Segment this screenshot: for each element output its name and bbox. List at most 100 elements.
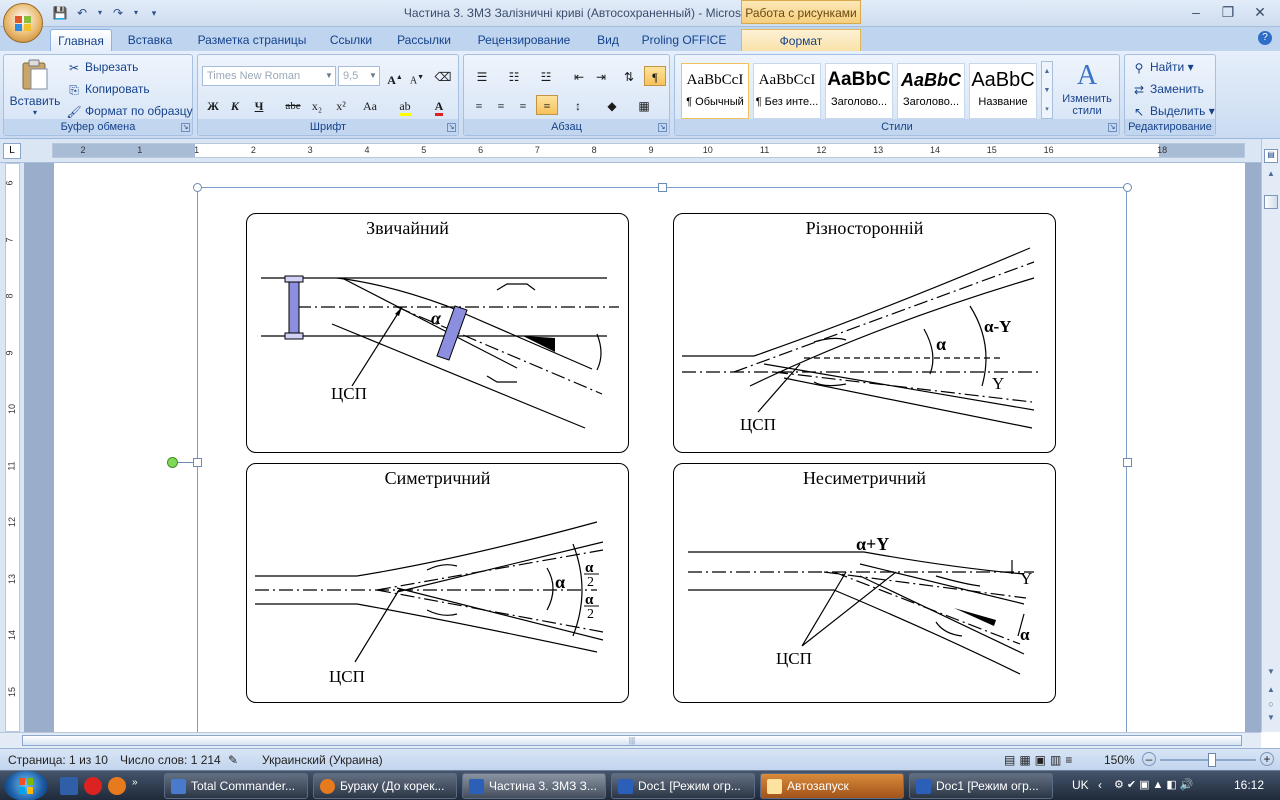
borders-icon[interactable]: ▦: [630, 95, 658, 115]
font-size-combo[interactable]: 9,5 ▼: [338, 66, 380, 86]
rotate-handle[interactable]: [167, 457, 178, 468]
taskbar-doc1[interactable]: Doc1 [Режим огр...: [611, 773, 755, 799]
browse-object-icon[interactable]: ○: [1264, 699, 1278, 711]
page[interactable]: Звичайний α ЦСП Різносторонній α α-Y Y Ц…: [54, 163, 1245, 747]
undo-icon[interactable]: ↶: [74, 5, 90, 21]
zoom-out-icon[interactable]: –: [1142, 752, 1156, 766]
opera-icon[interactable]: [84, 777, 102, 795]
next-page-icon[interactable]: ▼: [1264, 713, 1278, 725]
tab-references[interactable]: Ссылки: [322, 29, 380, 51]
change-case-button[interactable]: Aa: [356, 95, 384, 115]
zoom-level[interactable]: 150%: [1104, 752, 1135, 768]
font-color-button[interactable]: A: [424, 95, 454, 116]
style-no-spacing[interactable]: AaBbCcI ¶ Без инте...: [753, 63, 821, 119]
tab-view[interactable]: Вид: [588, 29, 628, 51]
numbering-icon[interactable]: ☷: [500, 66, 528, 86]
word-count[interactable]: Число слов: 1 214: [120, 752, 221, 768]
proofing-icon[interactable]: ✎: [228, 752, 238, 768]
styles-launcher-icon[interactable]: ↘: [1108, 123, 1117, 132]
styles-scroll[interactable]: ▲ ▼ ▾: [1041, 61, 1053, 119]
style-normal[interactable]: AaBbCcI ¶ Обычный: [681, 63, 749, 119]
office-button[interactable]: [3, 3, 43, 43]
show-desktop-icon[interactable]: »: [132, 777, 142, 795]
tray-expand-icon[interactable]: ‹: [1098, 778, 1102, 792]
tab-mailings[interactable]: Рассылки: [390, 29, 458, 51]
hscroll-thumb[interactable]: |||: [22, 735, 1242, 746]
underline-button[interactable]: Ч: [248, 95, 270, 115]
resize-handle-w[interactable]: [193, 458, 202, 467]
align-center-icon[interactable]: ≡: [490, 95, 512, 115]
horizontal-scrollbar[interactable]: |||: [0, 732, 1261, 748]
scroll-up-icon[interactable]: ▲: [1264, 169, 1278, 183]
maximize-button[interactable]: ❐: [1212, 2, 1244, 22]
help-icon[interactable]: ?: [1258, 31, 1272, 45]
resize-handle-e[interactable]: [1123, 458, 1132, 467]
ruler-strip[interactable]: 2 1 1 2 3 4 5 6 7 8 9 10 11 12 13 14 15 16 18: [52, 143, 1245, 158]
sort-icon[interactable]: ⇅: [618, 66, 640, 86]
taskbar-word-active[interactable]: Частина 3. ЗМЗ З...: [462, 773, 606, 799]
tab-review[interactable]: Рецензирование: [468, 29, 580, 51]
taskbar-firefox[interactable]: Бураку (До корек...: [313, 773, 457, 799]
clipboard-launcher-icon[interactable]: ↘: [181, 123, 190, 132]
shrink-font-button[interactable]: A▼: [406, 66, 428, 86]
font-launcher-icon[interactable]: ↘: [447, 123, 456, 132]
superscript-button[interactable]: x²: [330, 95, 352, 115]
font-name-combo[interactable]: Times New Roman ▼: [202, 66, 336, 86]
copy-button[interactable]: ⎘ Копировать: [66, 79, 149, 99]
vertical-scrollbar[interactable]: ▤ ▲ ▼ ▲ ○ ▼: [1261, 139, 1280, 732]
tab-stop-selector[interactable]: L: [3, 143, 21, 159]
highlight-color-button[interactable]: ab: [390, 95, 420, 116]
zoom-slider-thumb[interactable]: [1208, 753, 1216, 767]
style-heading-1[interactable]: AaBbC Заголово...: [825, 63, 893, 119]
bullets-icon[interactable]: ☰: [468, 66, 496, 86]
start-button[interactable]: [4, 771, 48, 800]
align-right-icon[interactable]: ≡: [512, 95, 534, 115]
find-button[interactable]: ⚲ Найти ▾: [1131, 57, 1194, 77]
page-count[interactable]: Страница: 1 из 10: [8, 752, 108, 768]
taskbar-autorun[interactable]: Автозапуск: [760, 773, 904, 799]
save-icon[interactable]: [60, 777, 78, 795]
multilevel-list-icon[interactable]: ☳: [532, 66, 560, 86]
language-indicator[interactable]: Украинский (Украина): [262, 752, 383, 768]
scroll-thumb[interactable]: [1264, 195, 1278, 209]
increase-indent-icon[interactable]: ⇥: [590, 66, 612, 86]
italic-button[interactable]: К: [224, 95, 246, 115]
customize-qat-icon[interactable]: ▾: [146, 5, 162, 21]
clear-formatting-icon[interactable]: ⌫: [432, 66, 454, 86]
tab-page-layout[interactable]: Разметка страницы: [192, 29, 312, 51]
vertical-ruler-strip[interactable]: 6 7 8 9 10 11 12 13 14 15: [5, 163, 20, 732]
style-title[interactable]: AaBbC Название: [969, 63, 1037, 119]
bold-button[interactable]: Ж: [202, 95, 224, 115]
style-heading-2[interactable]: AaBbC Заголово...: [897, 63, 965, 119]
paste-button[interactable]: Вставить ▾: [8, 57, 62, 119]
tab-proling-office[interactable]: Proling OFFICE: [638, 29, 730, 51]
tab-insert[interactable]: Вставка: [120, 29, 180, 51]
redo-dropdown-icon[interactable]: ▾: [132, 5, 140, 21]
change-styles-button[interactable]: A Изменить стили: [1057, 59, 1117, 119]
subscript-button[interactable]: x₂: [306, 95, 328, 115]
firefox-icon[interactable]: [108, 777, 126, 795]
grow-font-button[interactable]: A▲: [384, 66, 406, 87]
prev-page-icon[interactable]: ▲: [1264, 685, 1278, 697]
paragraph-launcher-icon[interactable]: ↘: [658, 123, 667, 132]
tab-format[interactable]: Формат: [741, 29, 861, 51]
tab-home[interactable]: Главная: [50, 29, 112, 51]
scroll-down-icon[interactable]: ▼: [1264, 667, 1278, 681]
view-buttons[interactable]: ▤▦▣▥≡: [1004, 752, 1076, 768]
clock[interactable]: 16:12: [1234, 778, 1264, 792]
cut-button[interactable]: ✂ Вырезать: [66, 57, 138, 77]
taskbar-total-commander[interactable]: Total Commander...: [164, 773, 308, 799]
resize-handle-ne[interactable]: [1123, 183, 1132, 192]
redo-icon[interactable]: ↷: [110, 5, 126, 21]
justify-icon[interactable]: ≡: [536, 95, 558, 115]
resize-handle-n[interactable]: [658, 183, 667, 192]
taskbar-doc1-2[interactable]: Doc1 [Режим огр...: [909, 773, 1053, 799]
tray-icons[interactable]: ⚙✔▣▲◧🔊: [1114, 778, 1196, 791]
minimize-button[interactable]: –: [1180, 2, 1212, 22]
decrease-indent-icon[interactable]: ⇤: [568, 66, 590, 86]
close-button[interactable]: ✕: [1244, 2, 1276, 22]
undo-dropdown-icon[interactable]: ▾: [96, 5, 104, 21]
language-bar[interactable]: UK: [1072, 778, 1089, 792]
save-icon[interactable]: 💾: [52, 5, 68, 21]
line-spacing-icon[interactable]: ↕: [564, 95, 592, 115]
